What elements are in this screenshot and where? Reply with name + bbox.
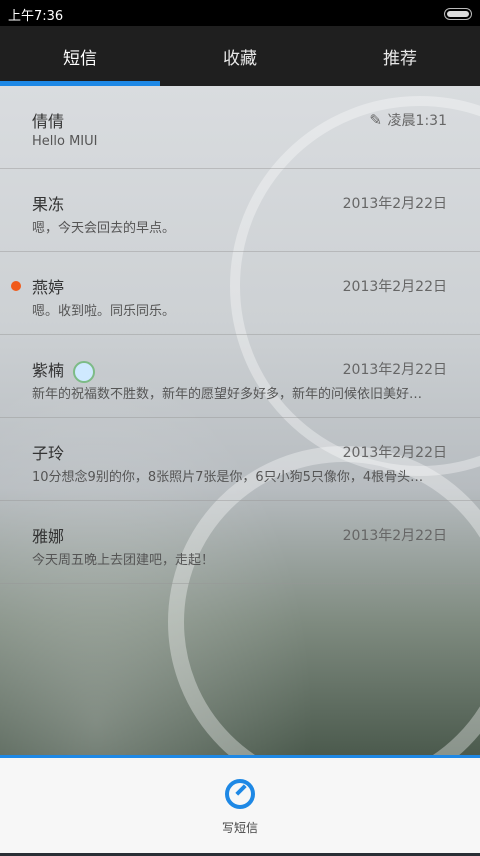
compose-button[interactable]: 写短信: [0, 758, 480, 856]
compose-icon: [225, 778, 255, 809]
contact-name: 紫楠: [32, 357, 96, 383]
message-item[interactable]: 果冻 2013年2月22日 嗯，今天会回去的早点。: [0, 169, 480, 252]
tab-bar: 短信 收藏 推荐: [0, 26, 480, 86]
message-preview: 新年的祝福数不胜数，新年的愿望好多好多，新年的问候依旧美好…: [32, 387, 423, 402]
message-preview: 嗯，今天会回去的早点。: [32, 221, 176, 236]
status-bar: 上午7:36: [0, 0, 480, 26]
message-date: 2013年2月22日: [342, 362, 447, 378]
message-date: 2013年2月22日: [342, 196, 447, 212]
tab-recommend[interactable]: 推荐: [320, 26, 480, 86]
message-date: 2013年2月22日: [342, 528, 447, 544]
contact-name: 子玲: [32, 444, 65, 463]
message-item[interactable]: 子玲 2013年2月22日 10分想念9别的你，8张照片7张是你，6只小狗5只像…: [0, 418, 480, 501]
message-preview: 嗯。收到啦。同乐同乐。: [32, 304, 176, 319]
message-list-area[interactable]: 倩倩 ✎ 凌晨1:31 Hello MIUI 果冻 2013年2月22日 嗯，今…: [0, 86, 480, 756]
status-time: 上午7:36: [8, 9, 64, 24]
emoji-icon: [73, 360, 96, 383]
message-preview: 10分想念9别的你，8张照片7张是你，6只小狗5只像你，4根骨头…: [32, 470, 424, 485]
message-item[interactable]: 燕婷 2013年2月22日 嗯。收到啦。同乐同乐。: [0, 252, 480, 335]
battery-icon: [444, 8, 472, 20]
message-date: 2013年2月22日: [342, 445, 447, 461]
message-list: 倩倩 ✎ 凌晨1:31 Hello MIUI 果冻 2013年2月22日 嗯，今…: [0, 86, 480, 584]
message-item[interactable]: 紫楠 2013年2月22日 新年的祝福数不胜数，新年的愿望好多好多，新年的问候依…: [0, 335, 480, 418]
message-item[interactable]: 倩倩 ✎ 凌晨1:31 Hello MIUI: [0, 86, 480, 169]
tab-favorites[interactable]: 收藏: [160, 26, 320, 86]
contact-name: 倩倩: [32, 112, 65, 131]
unread-dot-icon: [11, 281, 21, 291]
contact-name: 雅娜: [32, 527, 65, 546]
compose-label: 写短信: [221, 820, 258, 835]
tab-sms[interactable]: 短信: [0, 26, 160, 86]
contact-name-text: 紫楠: [32, 361, 65, 380]
message-preview: 今天周五晚上去团建吧，走起！: [32, 553, 215, 568]
message-item[interactable]: 雅娜 2013年2月22日 今天周五晚上去团建吧，走起！: [0, 501, 480, 584]
message-date: 2013年2月22日: [342, 279, 447, 295]
contact-name: 果冻: [32, 195, 65, 214]
message-preview: Hello MIUI: [32, 134, 98, 149]
message-date: 凌晨1:31: [387, 113, 447, 129]
contact-name: 燕婷: [32, 278, 65, 297]
bottom-bar: 写短信: [0, 755, 480, 853]
draft-pencil-icon: ✎: [369, 111, 382, 129]
